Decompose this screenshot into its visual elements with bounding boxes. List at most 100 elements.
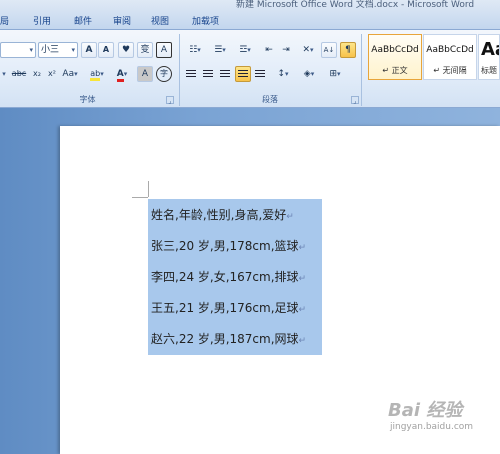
styles-gallery: AaBbCcDd ↵ 正文 AaBbCcDd ↵ 无间隔 Aa 标题 xyxy=(364,34,500,80)
font-color-button[interactable]: A▾ xyxy=(111,66,133,82)
style-sample: AaBbCcDd xyxy=(371,45,419,55)
align-right-icon xyxy=(220,70,230,79)
clear-format-button[interactable]: ♥ xyxy=(118,42,134,58)
chevron-down-icon: ▾ xyxy=(74,70,78,78)
watermark-logo: Bai 经验 jingyan.baidu.com xyxy=(380,392,500,442)
subscript-button[interactable]: x₂ xyxy=(30,66,44,82)
line-text: 赵六,22 岁,男,187cm,网球 xyxy=(151,332,299,346)
font-group-label: 字体 xyxy=(79,95,96,104)
document-line[interactable]: 姓名,年龄,性别,身高,爱好↵ xyxy=(148,199,322,231)
chinese-layout-button[interactable]: ✕▾ xyxy=(297,42,319,58)
style-sample: Aa xyxy=(481,39,499,60)
paragraph-mark: ↵ xyxy=(298,274,307,284)
document-line[interactable]: 王五,21 岁,男,176cm,足球↵ xyxy=(148,292,322,324)
chevron-down-icon: ▾ xyxy=(197,46,201,54)
margin-corner-mark xyxy=(148,181,149,197)
style-sample: AaBbCcDd xyxy=(426,45,474,55)
font-name-dropdown[interactable]: ▾ xyxy=(0,42,36,58)
phonetic-guide-button[interactable]: 变 xyxy=(137,42,153,58)
justify-icon xyxy=(238,70,248,79)
tab-addins[interactable]: 加载项 xyxy=(192,14,219,28)
font-dialog-launcher[interactable]: ⌟ xyxy=(166,96,174,105)
align-center-icon xyxy=(203,70,213,79)
chevron-down-icon: ▾ xyxy=(123,70,128,78)
shrink-font-icon: A xyxy=(102,45,110,54)
strikethrough-button[interactable]: abc xyxy=(9,66,29,82)
paragraph-mark: ↵ xyxy=(286,212,294,222)
char-shading-button[interactable]: A xyxy=(137,66,153,82)
char-border-icon: A xyxy=(160,45,168,55)
tab-layout[interactable]: 局 xyxy=(0,14,9,28)
grow-font-button[interactable]: A xyxy=(81,42,97,58)
line-text: 姓名,年龄,性别,身高,爱好 xyxy=(151,208,287,222)
style-no-spacing[interactable]: AaBbCcDd ↵ 无间隔 xyxy=(423,34,477,80)
numbering-button[interactable]: ☰▾ xyxy=(208,42,232,58)
chevron-down-icon: ▾ xyxy=(2,70,6,78)
justify-button[interactable] xyxy=(235,66,251,82)
enclose-char-icon: 字 xyxy=(160,69,168,78)
change-case-button[interactable]: Aa▾ xyxy=(60,66,80,82)
font-size-value: 小三 xyxy=(41,45,60,55)
paragraph-mark: ↵ xyxy=(298,243,307,253)
distribute-icon xyxy=(255,70,265,79)
bullets-button[interactable]: ☷▾ xyxy=(183,42,207,58)
distribute-button[interactable] xyxy=(252,66,268,82)
align-right-button[interactable] xyxy=(217,66,233,82)
sort-button[interactable]: A↓ xyxy=(321,42,337,58)
paragraph-mark: ↵ xyxy=(298,305,307,315)
style-name: ↵ 正文 xyxy=(382,66,408,75)
decrease-indent-button[interactable]: ⇤ xyxy=(261,42,277,58)
align-left-icon xyxy=(186,70,196,79)
borders-icon: ⊞ xyxy=(329,69,338,79)
increase-indent-button[interactable]: ⇥ xyxy=(278,42,294,58)
watermark-text: Bai 经验 xyxy=(388,400,463,421)
document-line[interactable]: 赵六,22 岁,男,187cm,网球↵ xyxy=(148,323,322,355)
show-marks-button[interactable]: ¶ xyxy=(340,42,356,58)
style-heading[interactable]: Aa 标题 xyxy=(478,34,500,80)
paint-bucket-icon: ◈ xyxy=(303,69,311,79)
highlight-color-button[interactable]: ab▾ xyxy=(86,66,108,82)
watermark-url: jingyan.baidu.com xyxy=(390,422,474,432)
borders-button[interactable]: ⊞▾ xyxy=(323,66,347,82)
paragraph-group-label: 段落 xyxy=(262,95,278,104)
align-center-button[interactable] xyxy=(200,66,216,82)
char-border-button[interactable]: A xyxy=(156,42,172,58)
align-left-button[interactable] xyxy=(183,66,199,82)
tab-review[interactable]: 审阅 xyxy=(113,14,131,28)
document-line[interactable]: 李四,24 岁,女,167cm,排球↵ xyxy=(148,261,322,293)
tab-mailings[interactable]: 邮件 xyxy=(74,14,92,28)
decrease-indent-icon: ⇤ xyxy=(265,45,273,55)
chevron-down-icon: ▾ xyxy=(310,70,315,78)
chevron-down-icon: ▾ xyxy=(222,46,226,54)
style-name: 标题 xyxy=(481,66,497,75)
line-spacing-icon: ↕ xyxy=(277,69,286,79)
subscript-icon: x₂ xyxy=(33,69,41,78)
tab-view[interactable]: 视图 xyxy=(151,14,169,28)
superscript-button[interactable]: x² xyxy=(45,66,59,82)
line-text: 王五,21 岁,男,176cm,足球 xyxy=(151,301,299,315)
chevron-down-icon: ▾ xyxy=(100,70,104,78)
shrink-font-button[interactable]: A xyxy=(98,42,114,58)
font-color-icon: A xyxy=(116,69,124,82)
line-spacing-button[interactable]: ↕▾ xyxy=(272,66,294,82)
chevron-down-icon: ▾ xyxy=(337,70,341,78)
document-line[interactable]: 张三,20 岁,男,178cm,篮球↵ xyxy=(148,230,322,262)
paragraph-dialog-launcher[interactable]: ⌟ xyxy=(351,96,359,105)
underline-dropdown[interactable]: ▾ xyxy=(0,66,8,82)
window-title: 新建 Microsoft Office Word 文档.docx - Micro… xyxy=(236,0,475,10)
margin-corner-mark xyxy=(132,197,148,198)
style-normal[interactable]: AaBbCcDd ↵ 正文 xyxy=(368,34,422,80)
multilevel-list-button[interactable]: ☲▾ xyxy=(233,42,257,58)
tab-references[interactable]: 引用 xyxy=(33,14,51,28)
font-size-dropdown[interactable]: 小三 ▾ xyxy=(38,42,78,58)
eraser-icon: ♥ xyxy=(121,45,131,55)
shading-button[interactable]: ◈▾ xyxy=(297,66,321,82)
paragraph-mark: ↵ xyxy=(298,336,307,346)
enclose-char-button[interactable]: 字 xyxy=(156,66,172,82)
pilcrow-icon: ¶ xyxy=(345,45,351,55)
chevron-down-icon: ▾ xyxy=(247,46,251,54)
line-text: 李四,24 岁,女,167cm,排球 xyxy=(151,270,299,284)
chevron-down-icon: ▾ xyxy=(310,46,314,54)
chinese-layout-icon: ✕ xyxy=(302,45,311,55)
sort-icon: A↓ xyxy=(323,46,335,54)
